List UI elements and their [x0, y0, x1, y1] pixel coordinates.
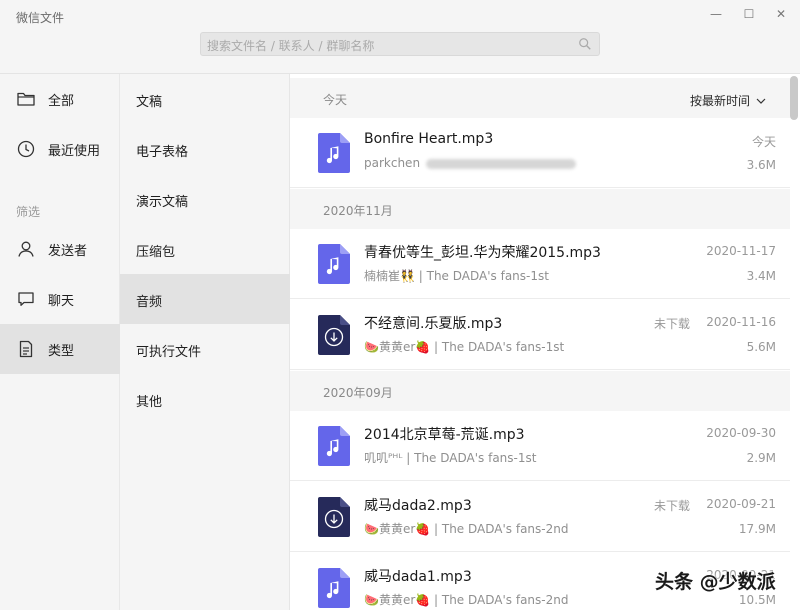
file-name: 青春优等生_彭坦.华为荣耀2015.mp3 [364, 245, 601, 261]
type-list: 文稿 电子表格 演示文稿 压缩包 音频 可执行文件 其他 [120, 74, 290, 610]
sidebar-item-recent[interactable]: 最近使用 [0, 124, 120, 174]
app-title: 微信文件 [16, 11, 65, 25]
type-item-documents[interactable]: 文稿 [120, 74, 290, 124]
filter-section-label: 筛选 [16, 205, 41, 219]
sidebar-item-label: 聊天 [48, 294, 75, 309]
sidebar-item-all[interactable]: 全部 [0, 74, 120, 124]
type-item-archives[interactable]: 压缩包 [120, 224, 290, 274]
blurred-text [426, 158, 577, 169]
file-row[interactable]: 威马dada2.mp3 🍉黄黄er🍓 | The DADA's fans-2nd… [290, 482, 790, 552]
download-status: 未下载 [653, 499, 690, 513]
download-file-icon [318, 315, 350, 355]
file-date: 2020-09-30 [706, 426, 776, 440]
type-item-executables[interactable]: 可执行文件 [120, 324, 290, 374]
type-item-label: 可执行文件 [136, 345, 202, 360]
search-input[interactable]: 搜索文件名 / 联系人 / 群聊名称 [200, 32, 600, 56]
group-header-label: 2020年09月 [323, 386, 393, 400]
file-sender: 🍉黄黄er🍓 | The DADA's fans-2nd [364, 593, 569, 607]
file-sender: 🍉黄黄er🍓 | The DADA's fans-1st [364, 340, 565, 354]
file-size: 2.9M [746, 451, 776, 465]
type-item-label: 电子表格 [136, 145, 189, 160]
clock-icon [17, 140, 35, 158]
type-item-other[interactable]: 其他 [120, 374, 290, 424]
sidebar-item-sender[interactable]: 发送者 [0, 224, 120, 274]
file-date: 2020-11-17 [706, 244, 776, 258]
sort-dropdown[interactable]: 按最新时间 [690, 92, 766, 109]
file-name: 2014北京草莓-荒诞.mp3 [364, 427, 525, 443]
sidebar: 全部 最近使用 筛选 发送者 聊天 类型 [0, 74, 120, 610]
type-item-label: 文稿 [136, 95, 163, 110]
sort-label: 按最新时间 [690, 94, 751, 108]
download-status: 未下载 [653, 317, 690, 331]
folder-icon [17, 92, 35, 106]
file-row[interactable]: 青春优等生_彭坦.华为荣耀2015.mp3 楠楠崔👯 | The DADA's … [290, 229, 790, 299]
sidebar-item-chat[interactable]: 聊天 [0, 274, 120, 324]
chat-bubble-icon [18, 292, 34, 306]
file-sender: 🍉黄黄er🍓 | The DADA's fans-2nd [364, 522, 569, 536]
file-name: Bonfire Heart.mp3 [364, 131, 494, 147]
file-size: 10.5M [738, 593, 776, 607]
sidebar-item-label: 最近使用 [48, 144, 101, 159]
file-name: 威马dada2.mp3 [364, 498, 472, 514]
file-row[interactable]: 不经意间.乐夏版.mp3 🍉黄黄er🍓 | The DADA's fans-1s… [290, 300, 790, 370]
file-name: 威马dada1.mp3 [364, 569, 472, 585]
audio-file-icon [318, 244, 350, 284]
group-header: 2020年11月 [290, 189, 790, 229]
file-name: 不经意间.乐夏版.mp3 [364, 316, 503, 332]
file-size: 5.6M [746, 340, 776, 354]
close-icon: ✕ [775, 7, 787, 21]
type-item-label: 其他 [136, 395, 163, 410]
file-size: 17.9M [738, 522, 776, 536]
audio-file-icon [318, 133, 350, 173]
sidebar-item-type[interactable]: 类型 [0, 324, 120, 374]
download-file-icon [318, 497, 350, 537]
type-item-label: 压缩包 [136, 245, 176, 260]
group-header: 今天 按最新时间 [290, 78, 790, 118]
file-list: 今天 按最新时间 Bonfire Heart.mp3 parkchen 今天 3… [290, 74, 800, 610]
file-size: 3.4M [746, 269, 776, 283]
file-sender: parkchen [364, 156, 577, 170]
file-sender: 楠楠崔👯 | The DADA's fans-1st [364, 269, 549, 283]
type-item-spreadsheets[interactable]: 电子表格 [120, 124, 290, 174]
file-date: 今天 [751, 135, 776, 149]
document-icon [19, 340, 33, 358]
search-icon[interactable] [578, 37, 592, 51]
close-button[interactable]: ✕ [768, 4, 794, 24]
group-header-label: 今天 [323, 93, 348, 107]
file-size: 3.6M [746, 158, 776, 172]
minimize-icon: — [710, 7, 722, 21]
person-icon [18, 241, 34, 257]
search-placeholder: 搜索文件名 / 联系人 / 群聊名称 [207, 39, 375, 53]
watermark-text: 头条 @少数派 [655, 571, 776, 593]
file-row[interactable]: 2014北京草莓-荒诞.mp3 叽叽ᴾᴴᴸ | The DADA's fans-… [290, 411, 790, 481]
file-date: 2020-11-16 [706, 315, 776, 329]
chevron-down-icon [756, 98, 766, 104]
type-item-label: 演示文稿 [136, 195, 189, 210]
file-date: 2020-09-21 [706, 497, 776, 511]
group-header-label: 2020年11月 [323, 204, 393, 218]
maximize-button[interactable]: ☐ [736, 4, 762, 24]
title-bar: 微信文件 — ☐ ✕ 搜索文件名 / 联系人 / 群聊名称 [0, 0, 800, 74]
sidebar-item-label: 类型 [48, 344, 75, 359]
group-header: 2020年09月 [290, 371, 790, 411]
maximize-icon: ☐ [743, 7, 755, 21]
file-sender: 叽叽ᴾᴴᴸ | The DADA's fans-1st [364, 451, 537, 465]
sidebar-item-label: 发送者 [48, 244, 88, 259]
type-item-label: 音频 [136, 295, 163, 310]
type-item-presentations[interactable]: 演示文稿 [120, 174, 290, 224]
scrollbar-thumb[interactable] [790, 76, 798, 120]
audio-file-icon [318, 426, 350, 466]
type-item-audio[interactable]: 音频 [120, 274, 290, 324]
audio-file-icon [318, 568, 350, 608]
file-row[interactable]: Bonfire Heart.mp3 parkchen 今天 3.6M [290, 118, 790, 188]
minimize-button[interactable]: — [703, 4, 729, 24]
sidebar-item-label: 全部 [48, 94, 75, 109]
